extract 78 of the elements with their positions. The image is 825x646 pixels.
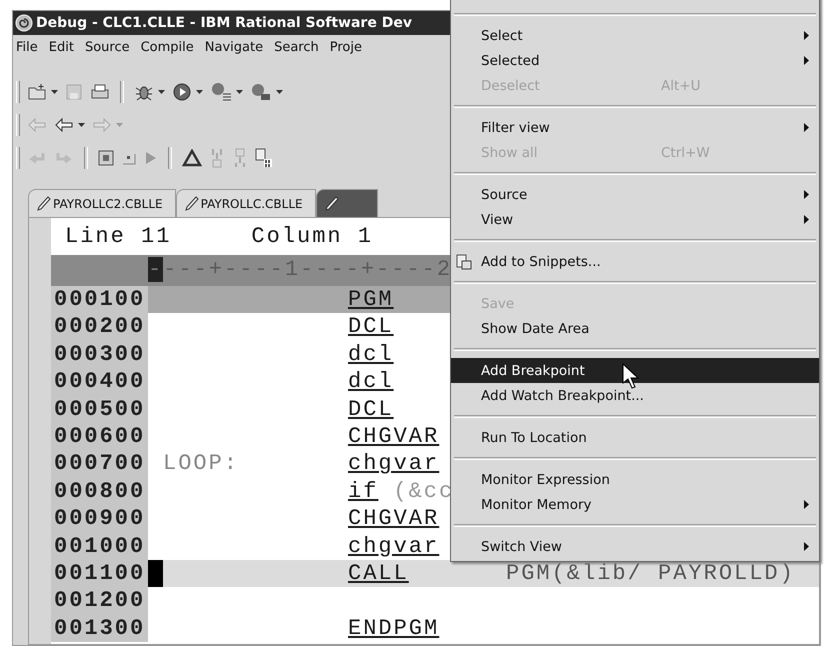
- menu-bar-item[interactable]: File: [16, 40, 38, 54]
- run-config-icon[interactable]: [210, 82, 232, 102]
- code-command: CALL: [348, 560, 409, 588]
- menu-item[interactable]: Add to Snippets...: [451, 249, 819, 274]
- run-icon[interactable]: [172, 82, 192, 102]
- menu-item[interactable]: Select: [451, 23, 819, 48]
- code-command: if: [348, 478, 378, 506]
- menu-bar-item[interactable]: Edit: [48, 40, 74, 54]
- code-label: LOOP:: [163, 451, 240, 476]
- line-number: 001000: [51, 532, 148, 560]
- menu-item[interactable]: Show Date Area: [451, 316, 819, 341]
- line-number: 001200: [51, 587, 148, 615]
- stop-square-icon[interactable]: [98, 150, 114, 166]
- menu-bar-item[interactable]: Compile: [140, 40, 194, 54]
- window-title: Debug - CLC1.CLLE - IBM Rational Software Dev: [36, 15, 412, 31]
- line-number: 000600: [51, 422, 148, 450]
- line-number: 000700: [51, 450, 148, 478]
- code-command: CHGVAR: [348, 505, 440, 533]
- menu-bar-item[interactable]: Navigate: [204, 40, 264, 54]
- code-command: DCL: [348, 313, 394, 341]
- code-command: ENDPGM: [348, 614, 440, 642]
- external-tool-icon[interactable]: [250, 82, 272, 102]
- column-indicator: Column 1: [251, 224, 374, 249]
- line-number: 000100: [51, 286, 148, 314]
- editor-tab[interactable]: PAYROLLC.CBLLE: [176, 189, 316, 217]
- code-command: CHGVAR: [348, 422, 440, 450]
- pencil-icon: [37, 196, 51, 212]
- submenu-arrow-icon: [804, 500, 809, 509]
- line-number: 000300: [51, 340, 148, 368]
- submenu-arrow-icon: [804, 190, 809, 199]
- line-indicator: Line 11: [65, 224, 172, 249]
- line-number: 000200: [51, 313, 148, 341]
- pencil-icon: [324, 196, 339, 212]
- caret-icon[interactable]: [276, 90, 283, 94]
- menu-item[interactable]: Add Breakpoint: [451, 358, 819, 383]
- code-command: chgvar: [348, 532, 440, 560]
- line-number: 000400: [51, 368, 148, 396]
- print-icon[interactable]: [90, 82, 110, 100]
- code-command: dcl: [348, 368, 394, 396]
- menu-item[interactable]: Selected: [451, 48, 819, 73]
- new-folder-icon[interactable]: [27, 82, 47, 100]
- line-number: 000900: [51, 505, 148, 533]
- line-number: 001300: [51, 614, 148, 642]
- menu-item[interactable]: Switch View: [451, 534, 819, 559]
- mouse-pointer-icon: [622, 363, 640, 389]
- code-command: dcl: [348, 340, 394, 368]
- submenu-arrow-icon: [804, 123, 809, 132]
- menu-item[interactable]: Add Watch Breakpoint...: [451, 383, 819, 408]
- caret-icon[interactable]: [51, 90, 58, 94]
- binary-document-icon[interactable]: [255, 148, 273, 168]
- menu-bar-item[interactable]: Search: [274, 40, 319, 54]
- line-number: 001100: [51, 560, 148, 588]
- line-number: 000500: [51, 396, 148, 423]
- editor-tab[interactable]: [316, 189, 378, 217]
- caret-icon[interactable]: [78, 122, 85, 126]
- caret-icon[interactable]: [196, 90, 203, 94]
- submenu-arrow-icon: [804, 31, 809, 40]
- line-number: 000800: [51, 478, 148, 506]
- code-command: chgvar: [348, 450, 440, 478]
- menu-item[interactable]: Filter view: [451, 115, 819, 140]
- menu-bar-item[interactable]: Source: [84, 40, 130, 54]
- editor-tab[interactable]: PAYROLLC2.CBLLE: [28, 189, 176, 217]
- submenu-arrow-icon: [804, 542, 809, 551]
- code-command: PGM: [348, 286, 394, 314]
- code-arguments: PGM(&lib/ PAYROLLD): [506, 560, 795, 588]
- triangle-icon[interactable]: [182, 148, 202, 166]
- menu-bar-item[interactable]: Proje: [330, 40, 362, 54]
- pencil-icon: [184, 196, 199, 212]
- menu-item[interactable]: Source: [451, 182, 819, 207]
- snippet-icon: [456, 254, 472, 270]
- caret-icon[interactable]: [158, 90, 165, 94]
- back-arrow-icon[interactable]: [54, 116, 74, 132]
- code-command: DCL: [348, 396, 394, 423]
- submenu-arrow-icon: [804, 215, 809, 224]
- menu-item[interactable]: Run To Location: [451, 425, 819, 450]
- menu-item[interactable]: View: [451, 207, 819, 232]
- caret-icon[interactable]: [236, 90, 243, 94]
- submenu-arrow-icon: [804, 56, 809, 65]
